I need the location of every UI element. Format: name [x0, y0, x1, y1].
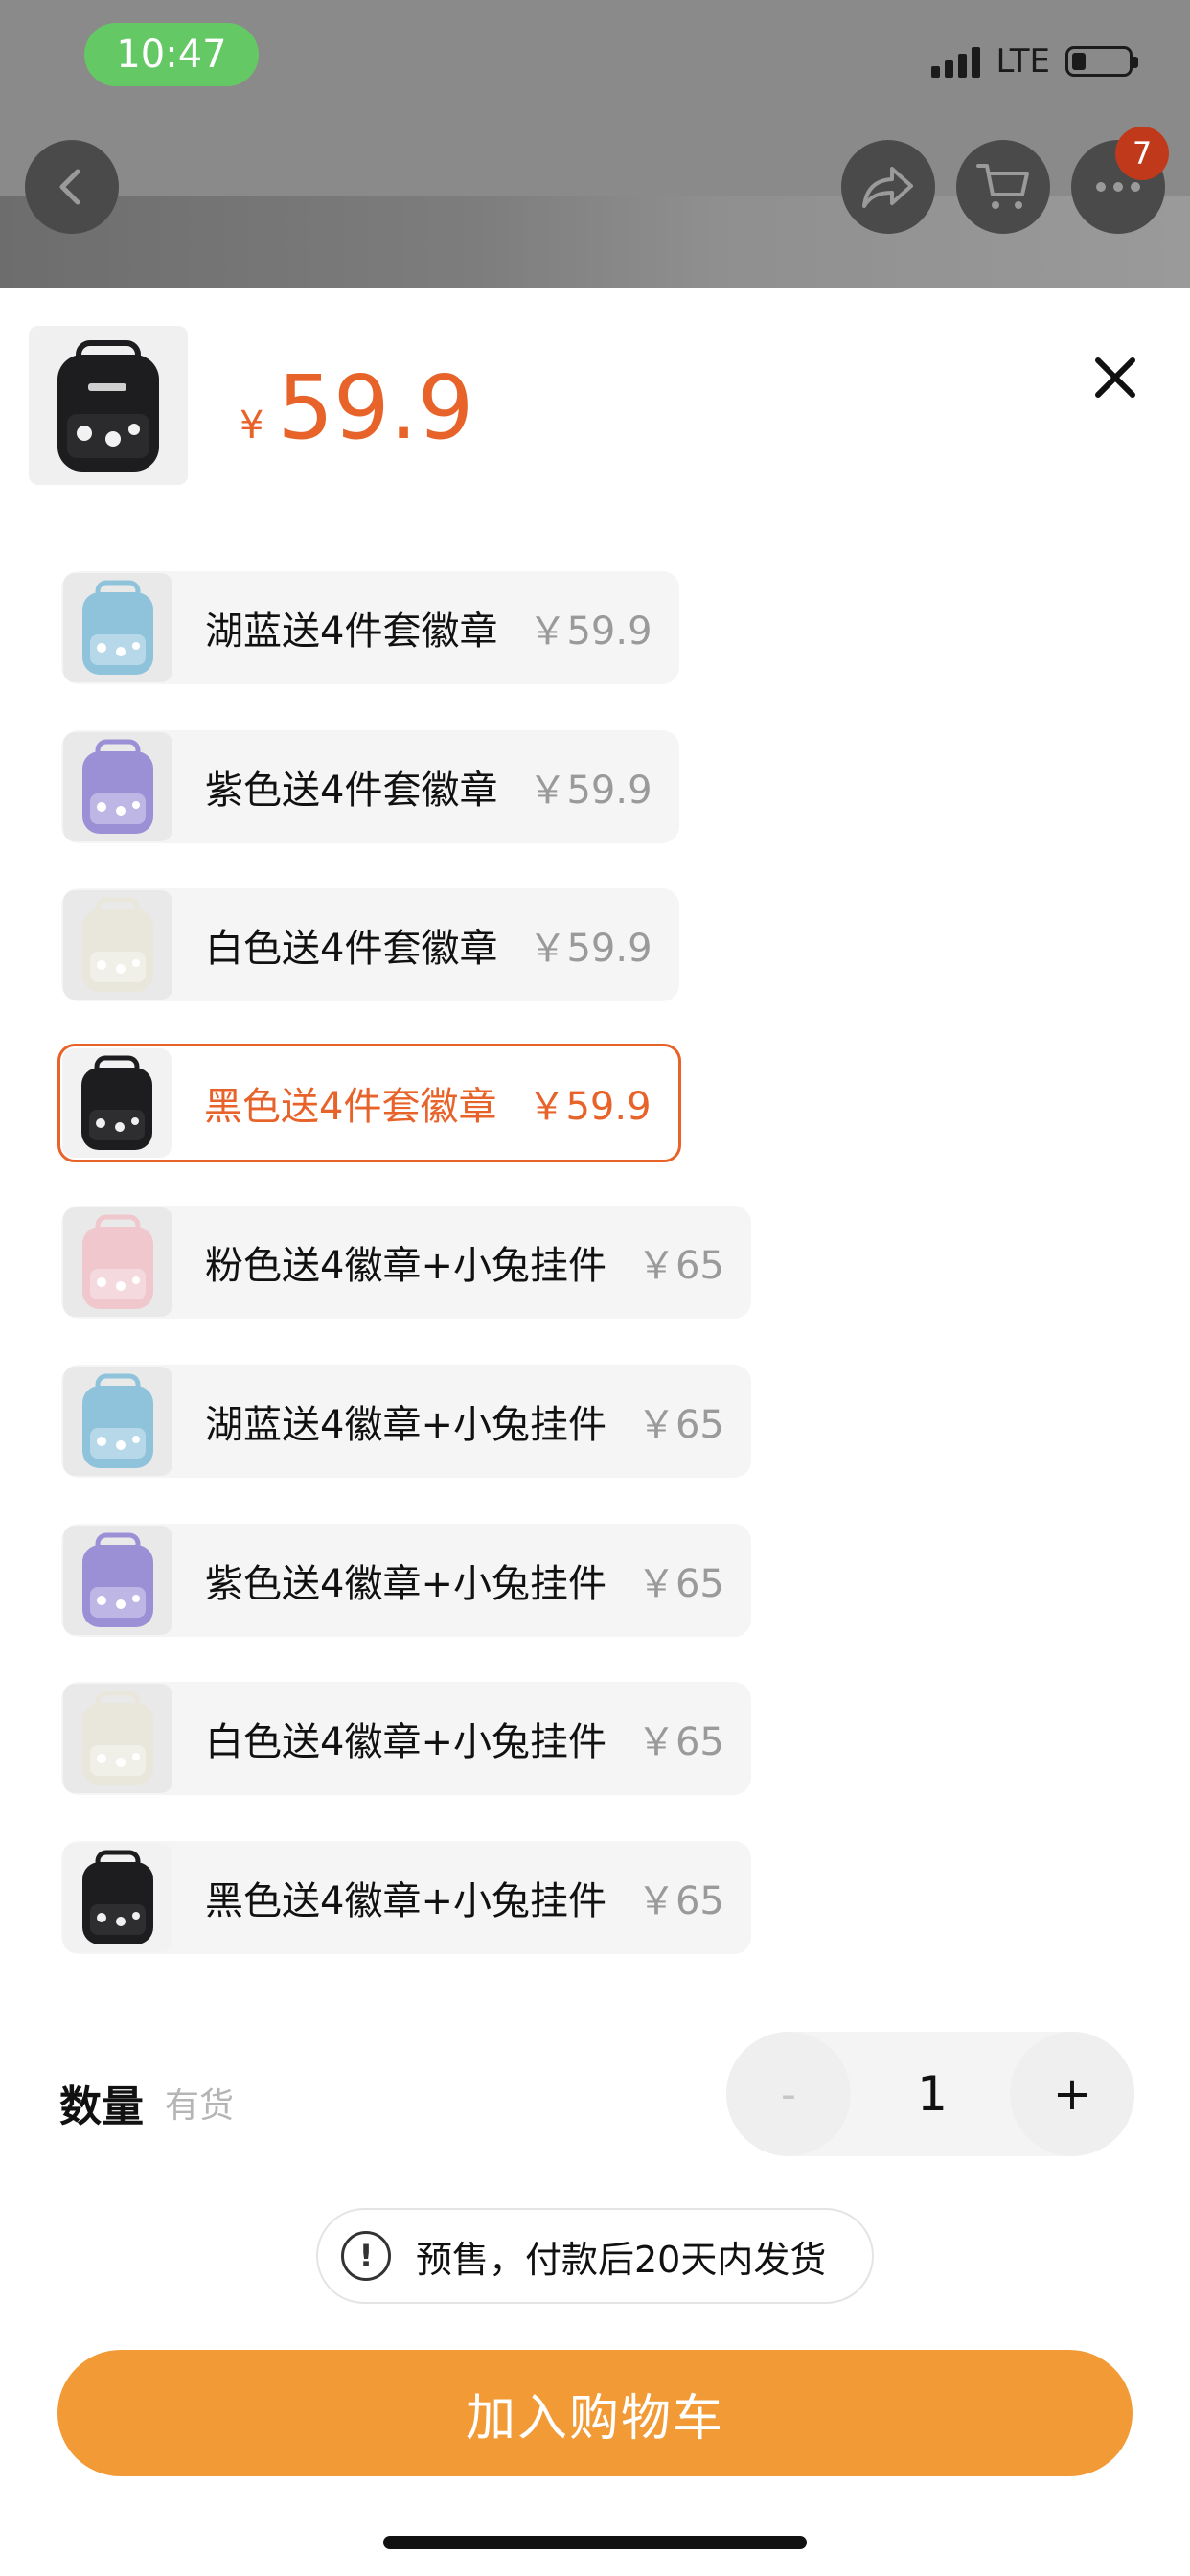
quantity-stepper: - 1 +	[726, 2032, 1134, 2156]
backpack-image	[63, 573, 172, 682]
presale-notice: ! 预售，付款后20天内发货	[316, 2208, 874, 2304]
status-indicators: LTE	[931, 42, 1138, 80]
backpack-image	[63, 890, 172, 1000]
quantity-label: 数量	[59, 2082, 144, 2131]
option-price: ￥65	[636, 1562, 724, 1606]
cart-button[interactable]	[956, 140, 1050, 234]
option-thumbnail	[63, 1367, 172, 1476]
network-label: LTE	[995, 42, 1050, 80]
share-icon	[862, 167, 913, 208]
more-button[interactable]: 7	[1071, 126, 1169, 234]
back-icon	[59, 169, 80, 205]
backpack-image	[29, 326, 188, 485]
option-thumbnail	[63, 1843, 172, 1952]
info-icon: !	[341, 2231, 391, 2281]
sku-option[interactable]: 湖蓝送4徽章+小兔挂件 ￥65	[61, 1365, 751, 1478]
decrement-button[interactable]: -	[726, 2032, 851, 2156]
option-price: ￥59.9	[528, 927, 652, 971]
option-thumbnail	[63, 573, 172, 682]
cart-count-badge: 7	[1115, 126, 1169, 180]
close-icon	[1095, 357, 1135, 398]
backpack-image	[63, 1367, 172, 1476]
option-price: ￥65	[636, 1879, 724, 1923]
sku-option[interactable]: 紫色送4件套徽章 ￥59.9	[61, 730, 679, 843]
option-price: ￥65	[636, 1244, 724, 1288]
option-price: ￥59.9	[528, 769, 652, 813]
battery-icon	[1065, 46, 1138, 77]
backpack-image	[63, 1526, 172, 1635]
cart-icon	[976, 164, 1029, 209]
option-label: 白色送4件套徽章	[205, 927, 498, 971]
sku-option[interactable]: 黑色送4徽章+小兔挂件 ￥65	[61, 1841, 751, 1954]
price-value: 59.9	[277, 356, 474, 459]
option-thumbnail	[63, 732, 172, 841]
option-label: 黑色送4件套徽章	[204, 1085, 497, 1129]
option-label: 紫色送4件套徽章	[205, 769, 498, 813]
backpack-image	[63, 1208, 172, 1317]
option-price: ￥65	[636, 1403, 724, 1447]
option-label: 粉色送4徽章+小兔挂件	[205, 1244, 606, 1288]
back-button[interactable]	[25, 140, 119, 234]
more-icon	[1096, 182, 1140, 192]
option-price: ￥65	[636, 1720, 724, 1764]
option-thumbnail	[63, 890, 172, 1000]
currency-symbol: ¥	[240, 403, 264, 448]
sku-option[interactable]: 白色送4徽章+小兔挂件 ￥65	[61, 1682, 751, 1795]
share-button[interactable]	[841, 140, 935, 234]
close-button[interactable]	[1087, 349, 1144, 406]
increment-button[interactable]: +	[1010, 2032, 1134, 2156]
add-to-cart-button[interactable]: 加入购物车	[57, 2350, 1133, 2476]
option-label: 黑色送4徽章+小兔挂件	[205, 1879, 606, 1923]
backpack-image	[63, 1684, 172, 1793]
sku-option[interactable]: 粉色送4徽章+小兔挂件 ￥65	[61, 1206, 751, 1319]
home-indicator	[383, 2536, 807, 2549]
backpack-image	[63, 732, 172, 841]
option-label: 白色送4徽章+小兔挂件	[205, 1720, 606, 1764]
option-price: ￥59.9	[528, 610, 652, 654]
notice-text: 预售，付款后20天内发货	[416, 2238, 827, 2281]
sku-option[interactable]: 白色送4件套徽章 ￥59.9	[61, 888, 679, 1001]
backpack-image	[62, 1048, 172, 1158]
option-thumbnail	[63, 1684, 172, 1793]
backpack-image	[63, 1843, 172, 1952]
signal-icon	[931, 45, 981, 78]
status-time: 10:47	[84, 23, 259, 86]
product-thumbnail[interactable]	[29, 326, 188, 485]
sku-option[interactable]: 紫色送4徽章+小兔挂件 ￥65	[61, 1524, 751, 1637]
option-thumbnail	[63, 1526, 172, 1635]
option-label: 湖蓝送4件套徽章	[205, 610, 498, 654]
quantity-value[interactable]: 1	[870, 2032, 995, 2156]
sku-option[interactable]: 湖蓝送4件套徽章 ￥59.9	[61, 571, 679, 684]
stock-status: 有货	[165, 2086, 235, 2126]
option-thumbnail	[62, 1048, 172, 1158]
option-price: ￥59.9	[527, 1085, 652, 1129]
option-label: 紫色送4徽章+小兔挂件	[205, 1562, 606, 1606]
option-label: 湖蓝送4徽章+小兔挂件	[205, 1403, 606, 1447]
option-thumbnail	[63, 1208, 172, 1317]
selected-price: ¥ 59.9	[240, 356, 473, 459]
sku-option-selected[interactable]: 黑色送4件套徽章 ￥59.9	[57, 1044, 681, 1162]
